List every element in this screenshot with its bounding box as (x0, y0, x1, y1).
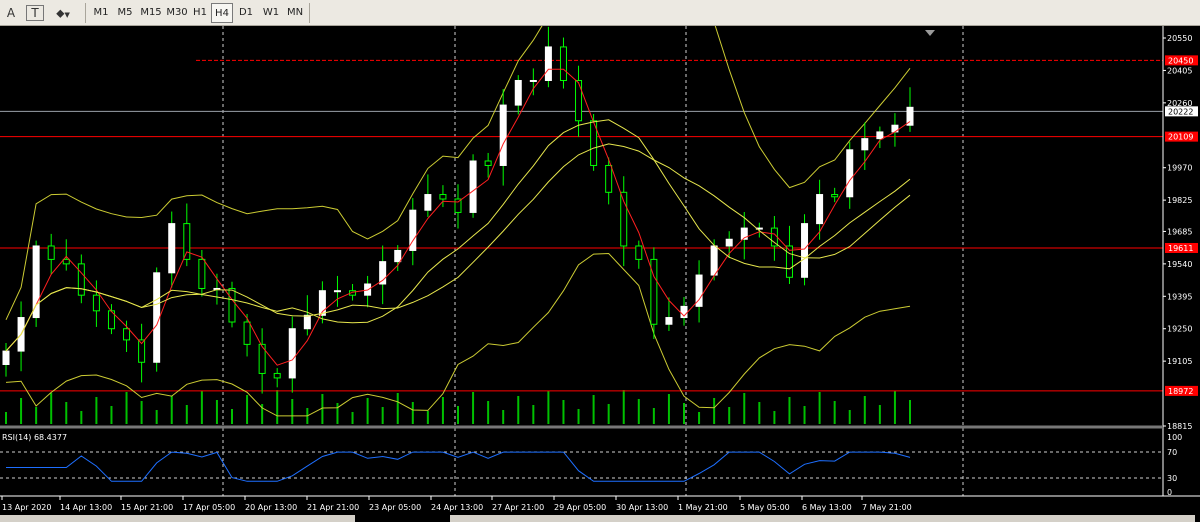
time-axis-label: 29 Apr 05:00 (554, 503, 606, 512)
time-axis-label: 1 May 21:00 (678, 503, 728, 512)
bear-candle (77, 263, 85, 296)
bull-candle (303, 314, 311, 330)
bear-candle (243, 321, 251, 345)
bull-candle (846, 149, 854, 198)
bear-candle (123, 328, 131, 341)
shapes-glyph: ⬥ (56, 6, 65, 20)
chart-toolbar: A T ⬥▼ M1 M5 M15 M30 H1 H4 D1 W1 MN (0, 0, 1200, 26)
toolbar-separator (309, 3, 310, 23)
price-tag: 18972 (1168, 387, 1193, 396)
chevron-down-icon: ▼ (64, 11, 70, 19)
text-box-icon[interactable]: T (26, 5, 44, 21)
bear-candle (770, 227, 778, 247)
price-tag: 19611 (1168, 244, 1193, 253)
price-axis-label: 19540 (1167, 260, 1192, 269)
timeframe-m30-button[interactable]: M30 (164, 3, 190, 23)
bull-candle (876, 131, 884, 140)
time-axis-label: 30 Apr 13:00 (616, 503, 668, 512)
timeframe-mn-button[interactable]: MN (284, 3, 306, 23)
timeframe-h1-button[interactable]: H1 (190, 3, 210, 23)
price-axis-label: 18815 (1167, 422, 1192, 431)
timeframe-d1-button[interactable]: D1 (236, 3, 256, 23)
bull-candle (168, 223, 176, 274)
text-box-glyph: T (31, 6, 39, 20)
rsi-label: RSI(14) 68.4377 (2, 433, 67, 442)
price-tag: 20222 (1168, 107, 1193, 116)
time-axis-label: 17 Apr 05:00 (183, 503, 235, 512)
price-chart[interactable]: 2055020405202601997019825196851954019395… (0, 26, 1200, 522)
bull-candle (544, 46, 552, 81)
price-tag: 20450 (1168, 56, 1193, 65)
bull-candle (333, 290, 341, 293)
bear-candle (62, 258, 70, 265)
bull-candle (816, 194, 824, 225)
bear-candle (575, 79, 583, 122)
bull-candle (2, 350, 10, 366)
bull-candle (514, 79, 522, 106)
timeframe-m15-button[interactable]: M15 (138, 3, 164, 23)
price-axis-label: 19825 (1167, 196, 1192, 205)
rsi-axis-70: 70 (1167, 448, 1177, 457)
rsi-axis-100: 100 (1167, 433, 1182, 442)
bear-candle (439, 194, 447, 200)
time-axis-label: 15 Apr 21:00 (121, 503, 173, 512)
price-axis-label: 20550 (1167, 34, 1192, 43)
shapes-dropdown-icon[interactable]: ⬥▼ (50, 3, 76, 23)
bear-candle (559, 46, 567, 81)
price-axis-label: 19685 (1167, 227, 1192, 236)
bull-candle (529, 79, 537, 82)
time-axis-label: 6 May 13:00 (802, 503, 852, 512)
bull-candle (499, 104, 507, 166)
horizontal-scrollbar (0, 515, 355, 522)
toolbar-separator (85, 3, 86, 23)
price-axis-label: 19250 (1167, 325, 1192, 334)
bear-candle (635, 245, 643, 260)
bull-candle (725, 238, 733, 247)
bull-candle (665, 317, 673, 325)
time-axis-label: 23 Apr 05:00 (369, 503, 421, 512)
rsi-axis-30: 30 (1167, 474, 1177, 483)
price-axis-label: 19105 (1167, 357, 1192, 366)
bull-candle (288, 328, 296, 379)
timeframe-m5-button[interactable]: M5 (114, 3, 136, 23)
time-axis-label: 27 Apr 21:00 (492, 503, 544, 512)
chart-background (0, 26, 1200, 522)
bull-candle (394, 249, 402, 263)
price-axis-label: 20405 (1167, 66, 1192, 75)
price-axis-label: 19395 (1167, 292, 1192, 301)
timeframe-h4-button[interactable]: H4 (211, 3, 233, 23)
bear-candle (198, 258, 206, 289)
time-axis-label: 5 May 05:00 (740, 503, 790, 512)
bull-candle (469, 160, 477, 213)
bear-candle (605, 164, 613, 193)
text-a-glyph: A (6, 6, 16, 20)
bear-candle (228, 287, 236, 323)
bear-candle (92, 294, 100, 312)
time-axis-label: 7 May 21:00 (862, 503, 912, 512)
bull-candle (32, 245, 40, 319)
bear-candle (47, 245, 55, 260)
time-axis-label: 21 Apr 21:00 (307, 503, 359, 512)
timeframe-w1-button[interactable]: W1 (260, 3, 282, 23)
bull-candle (710, 245, 718, 276)
text-a-icon[interactable]: A (2, 3, 20, 23)
bull-candle (801, 223, 809, 278)
timeframe-m1-button[interactable]: M1 (90, 3, 112, 23)
bull-candle (861, 138, 869, 151)
time-axis-label: 14 Apr 13:00 (60, 503, 112, 512)
time-axis-label: 20 Apr 13:00 (245, 503, 297, 512)
time-axis-label: 24 Apr 13:00 (431, 503, 483, 512)
bear-candle (831, 194, 839, 198)
price-tag: 20109 (1168, 133, 1193, 142)
bull-candle (424, 194, 432, 211)
time-axis-label: 13 Apr 2020 (2, 503, 51, 512)
bull-candle (153, 272, 161, 363)
bear-candle (273, 372, 281, 379)
horizontal-scrollbar-track (450, 515, 1195, 522)
bear-candle (484, 160, 492, 166)
price-axis-label: 19970 (1167, 164, 1192, 173)
bear-candle (183, 223, 191, 260)
